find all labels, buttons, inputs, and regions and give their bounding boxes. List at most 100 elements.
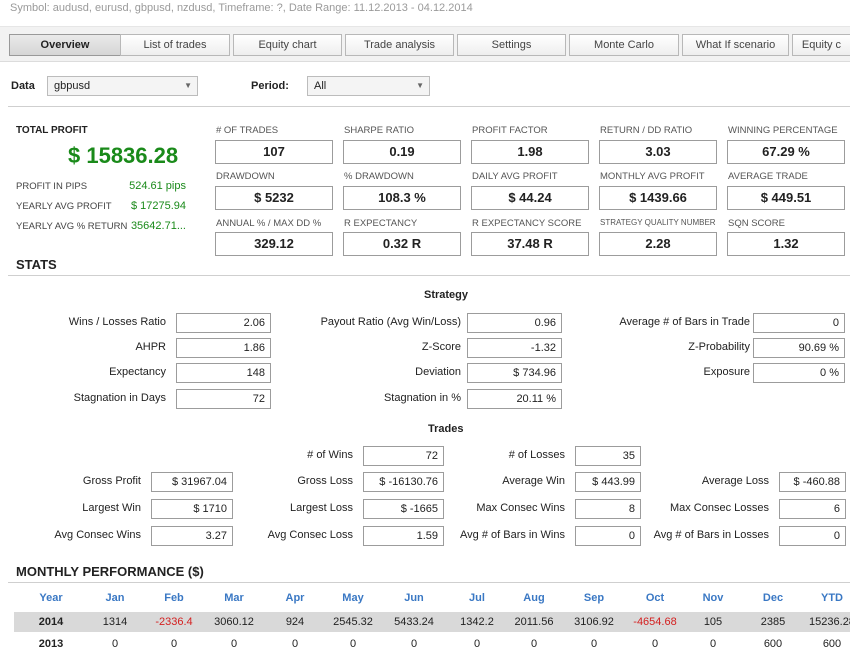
- stat-label: Payout Ratio (Avg Win/Loss): [320, 316, 461, 328]
- tab-equity-chart[interactable]: Equity chart: [233, 34, 342, 56]
- tab-monte-carlo[interactable]: Monte Carlo: [569, 34, 679, 56]
- stat-label: Average # of Bars in Trade: [619, 316, 750, 328]
- kpi-label: DAILY AVG PROFIT: [472, 171, 558, 182]
- kpi-value: 107: [215, 140, 333, 164]
- monthly-title: MONTHLY PERFORMANCE ($): [16, 564, 204, 579]
- trade-stat-label: Largest Loss: [290, 502, 353, 514]
- stat-label: Z-Probability: [688, 341, 750, 353]
- kpi-label: SQN SCORE: [728, 218, 786, 229]
- monthly-year-cell: 2014: [38, 616, 64, 628]
- data-label: Data: [11, 80, 35, 92]
- monthly-value-cell: 2385: [760, 616, 786, 628]
- kpi-value: $ 1439.66: [599, 186, 717, 210]
- tab-equity-c[interactable]: Equity c: [792, 34, 850, 56]
- data-select[interactable]: gbpusd ▼: [47, 76, 198, 96]
- tab-overview[interactable]: Overview: [9, 34, 121, 56]
- total-profit-label: TOTAL PROFIT: [16, 125, 88, 136]
- monthly-header-row: Year Jan Feb Mar Apr May Jun Jul Aug Sep Oct Nov Dec…: [14, 588, 850, 608]
- monthly-header-cell: Apr: [285, 592, 305, 604]
- monthly-row: 2013 0 0 0 0 0 0 0 0 0 0 0 600 600: [14, 634, 850, 654]
- trade-stat-value-field: $ -460.88: [779, 472, 846, 492]
- monthly-header-cell: Nov: [702, 592, 724, 604]
- kpi-value: 108.3 %: [343, 186, 461, 210]
- tab-settings[interactable]: Settings: [457, 34, 566, 56]
- yearly-avg-profit-value: $ 17275.94: [130, 200, 186, 212]
- stat-value-field: 90.69 %: [753, 338, 845, 358]
- monthly-value-cell: 0: [709, 638, 717, 650]
- kpi-label: RETURN / DD RATIO: [600, 125, 693, 136]
- monthly-value-cell: 0: [291, 638, 299, 650]
- tab-trade-analysis[interactable]: Trade analysis: [345, 34, 454, 56]
- monthly-header-cell: Jan: [105, 592, 125, 604]
- trade-stat-label: Average Loss: [701, 475, 769, 487]
- kpi-value: $ 449.51: [727, 186, 845, 210]
- trades-title: Trades: [428, 423, 464, 435]
- monthly-value-cell: 0: [349, 638, 357, 650]
- trade-stat-label: Avg Consec Loss: [267, 529, 353, 541]
- yearly-avg-return-value: 35642.71...: [130, 220, 186, 232]
- total-profit-value: $ 15836.28: [68, 143, 179, 168]
- kpi-label: % DRAWDOWN: [344, 171, 414, 182]
- data-select-value: gbpusd: [54, 80, 91, 92]
- monthly-value-cell: 0: [170, 638, 178, 650]
- monthly-header-cell: Jun: [404, 592, 424, 604]
- stats-title: STATS: [16, 257, 57, 272]
- strategy-title: Strategy: [424, 289, 469, 301]
- kpi-value: 1.98: [471, 140, 589, 164]
- header-info: Symbol: audusd, eurusd, gbpusd, nzdusd, …: [10, 2, 473, 14]
- stat-label: Stagnation in Days: [73, 392, 166, 404]
- kpi-value: 0.32 R: [343, 232, 461, 256]
- monthly-value-cell: 0: [230, 638, 238, 650]
- trade-stat-value-field: 6: [779, 499, 846, 519]
- monthly-header-cell: Feb: [164, 592, 184, 604]
- trade-stat-value-field: 0: [779, 526, 846, 546]
- monthly-year-cell: 2013: [38, 638, 64, 650]
- trade-stat-label: # of Wins: [307, 449, 353, 461]
- monthly-value-cell: -4654.68: [633, 616, 677, 628]
- monthly-value-cell: 3060.12: [214, 616, 254, 628]
- kpi-label: R EXPECTANCY SCORE: [472, 218, 582, 229]
- monthly-value-cell: 0: [473, 638, 481, 650]
- stat-label: AHPR: [135, 341, 166, 353]
- kpi-label: R EXPECTANCY: [344, 218, 418, 229]
- chevron-down-icon: ▼: [184, 81, 192, 90]
- stat-label: Exposure: [703, 366, 750, 378]
- monthly-header-cell: Oct: [645, 592, 665, 604]
- tab-list-of-trades[interactable]: List of trades: [120, 34, 230, 56]
- monthly-value-cell: 1342.2: [460, 616, 494, 628]
- kpi-label: SHARPE RATIO: [344, 125, 415, 136]
- trade-stat-value-field: 35: [575, 446, 641, 466]
- monthly-value-cell: 0: [530, 638, 538, 650]
- monthly-value-cell: 2545.32: [333, 616, 373, 628]
- monthly-value-cell: 0: [410, 638, 418, 650]
- kpi-label: PROFIT FACTOR: [472, 125, 548, 136]
- yearly-avg-profit-label: YEARLY AVG PROFIT: [16, 201, 112, 212]
- kpi-label: ANNUAL % / Max DD %: [216, 218, 322, 229]
- trade-stat-label: Avg # of Bars in Losses: [653, 529, 769, 541]
- divider: [8, 275, 850, 276]
- divider: [8, 582, 850, 583]
- period-label: Period:: [251, 80, 289, 92]
- monthly-value-cell: 5433.24: [394, 616, 434, 628]
- monthly-header-cell: Dec: [762, 592, 784, 604]
- kpi-label: AVERAGE TRADE: [728, 171, 808, 182]
- kpi-value: $ 44.24: [471, 186, 589, 210]
- monthly-value-cell: 0: [111, 638, 119, 650]
- profit-pips-label: PROFIT IN PIPS: [16, 181, 88, 192]
- monthly-value-cell: 924: [285, 616, 305, 628]
- monthly-header-cell: May: [342, 592, 364, 604]
- monthly-row: 2014 1314 -2336.4 3060.12 924 2545.32 5433.24 1…: [14, 612, 850, 632]
- kpi-label: WINNING PERCENTAGE: [728, 125, 838, 136]
- kpi-label: STRATEGY QUALITY NUMBER: [600, 218, 716, 227]
- monthly-value-cell: 600: [822, 638, 842, 650]
- stat-value-field: 0: [753, 313, 845, 333]
- monthly-header-cell: Mar: [224, 592, 244, 604]
- tab-what-if-scenario[interactable]: What If scenario: [682, 34, 789, 56]
- monthly-header-cell: YTD: [821, 592, 843, 604]
- yearly-avg-return-label: YEARLY AVG % RETURN: [16, 221, 128, 232]
- trade-stat-label: Max Consec Losses: [669, 502, 769, 514]
- kpi-value: $ 5232: [215, 186, 333, 210]
- period-select[interactable]: All ▼: [307, 76, 430, 96]
- monthly-value-cell: 3106.92: [574, 616, 614, 628]
- kpi-value: 329.12: [215, 232, 333, 256]
